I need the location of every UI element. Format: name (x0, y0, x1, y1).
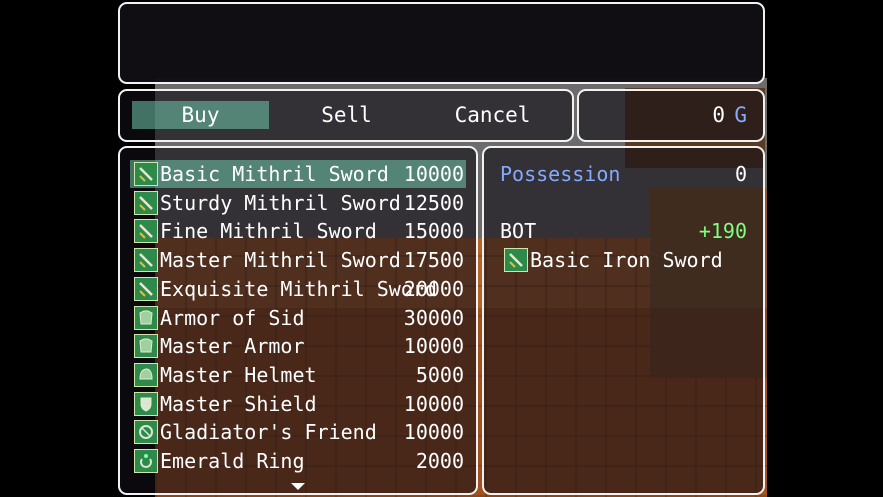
buy-item-list: Basic Mithril Sword 10000 Sturdy Mithril S… (118, 146, 478, 495)
param-change-value: +190 (698, 219, 747, 243)
armor-icon (134, 305, 158, 330)
cancel-command[interactable]: Cancel (424, 101, 561, 129)
shop-item-row[interactable]: Master Mithril Sword 17500 (130, 246, 466, 274)
item-price: 10000 (403, 420, 464, 445)
sword-icon (134, 219, 158, 244)
item-name: Emerald Ring (160, 449, 305, 473)
item-name: Master Armor (160, 334, 305, 359)
item-price: 10000 (403, 334, 464, 359)
item-name: Basic Mithril Sword (160, 162, 389, 186)
item-price: 30000 (403, 305, 464, 330)
item-name: Master Shield (160, 391, 317, 416)
shop-item-row[interactable]: Master Helmet 5000 (130, 361, 466, 389)
item-price: 10000 (403, 391, 464, 416)
accessory-icon (134, 420, 158, 445)
armor-icon (134, 334, 158, 359)
actor-name: BOT (500, 219, 537, 243)
sell-command[interactable]: Sell (278, 101, 415, 129)
item-name: Exquisite Mithril Sword (160, 276, 437, 301)
shop-item-row[interactable]: Sturdy Mithril Sword 12500 (130, 189, 466, 217)
item-name: Sturdy Mithril Sword (160, 190, 401, 215)
gold-window: 0 G (577, 89, 765, 142)
item-price: 10000 (403, 162, 464, 186)
shop-item-row[interactable]: Master Shield 10000 (130, 390, 466, 418)
shop-item-row[interactable]: Exquisite Mithril Sword 20000 (130, 275, 466, 303)
item-name: Gladiator's Friend (160, 420, 377, 445)
sword-icon (134, 248, 158, 273)
helmet-icon (134, 362, 158, 387)
sword-icon (504, 248, 528, 272)
help-window (118, 2, 765, 84)
possession-value: 0 (734, 162, 747, 186)
item-name: Master Mithril Sword (160, 248, 401, 273)
item-price: 17500 (403, 248, 464, 273)
shop-item-row[interactable]: Basic Mithril Sword 10000 (130, 160, 466, 188)
shop-item-row[interactable]: Gladiator's Friend 10000 (130, 418, 466, 446)
equipped-item-name: Basic Iron Sword (530, 248, 723, 272)
shop-item-row[interactable]: Master Armor 10000 (130, 332, 466, 360)
possession-label: Possession (500, 162, 621, 186)
item-name: Fine Mithril Sword (160, 219, 377, 244)
item-price: 5000 (415, 362, 464, 387)
sword-icon (134, 190, 158, 215)
shop-status-window: Possession 0 BOT +190 Basic Iron Sword (482, 146, 765, 495)
shield-icon (134, 391, 158, 416)
shop-item-row[interactable]: Fine Mithril Sword 15000 (130, 217, 466, 245)
gold-amount: 0 (712, 103, 725, 127)
shop-command-window: Buy Sell Cancel (118, 89, 574, 142)
item-name: Master Helmet (160, 362, 317, 387)
buy-command[interactable]: Buy (132, 101, 269, 129)
ring-icon (134, 449, 158, 473)
item-price: 2000 (415, 449, 464, 473)
item-price: 20000 (403, 276, 464, 301)
shop-item-row[interactable]: Emerald Ring 2000 (130, 447, 466, 475)
shop-item-row[interactable]: Armor of Sid 30000 (130, 304, 466, 332)
sword-icon (134, 162, 158, 186)
item-name: Armor of Sid (160, 305, 305, 330)
scroll-down-arrow-icon[interactable] (291, 483, 305, 490)
gold-unit: G (734, 103, 747, 127)
sword-icon (134, 276, 158, 301)
item-price: 15000 (403, 219, 464, 244)
item-price: 12500 (403, 190, 464, 215)
